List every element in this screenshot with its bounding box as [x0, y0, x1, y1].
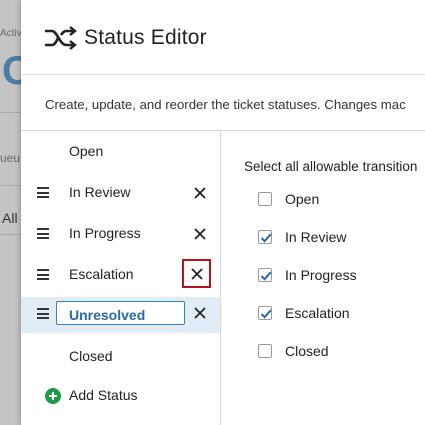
checkbox[interactable] — [258, 192, 272, 206]
status-name-input[interactable] — [56, 301, 185, 325]
checkbox[interactable] — [258, 268, 272, 282]
transitions-title: Select all allowable transition — [244, 159, 418, 174]
checkmark-icon — [260, 271, 272, 281]
close-icon — [190, 267, 203, 280]
close-icon — [194, 187, 206, 199]
drag-handle-icon[interactable] — [37, 269, 49, 280]
status-label: Open — [69, 143, 104, 159]
checkbox[interactable] — [258, 344, 272, 358]
transition-label: In Progress — [285, 267, 357, 283]
header-divider — [21, 74, 425, 75]
status-label: In Review — [69, 184, 131, 200]
checkmark-icon — [260, 233, 272, 243]
background-text: All — [2, 210, 18, 226]
transition-label: Open — [285, 191, 320, 207]
status-item-in-progress[interactable]: In Progress — [21, 216, 220, 252]
shuffle-icon — [45, 26, 77, 50]
status-list: Open In Review In Progress Escalation Un… — [21, 131, 220, 425]
background-divider — [0, 234, 21, 235]
checkbox[interactable] — [258, 306, 272, 320]
status-editor-modal: Status Editor Create, update, and reorde… — [21, 0, 425, 425]
checkmark-icon — [260, 309, 272, 319]
transition-label: Closed — [285, 343, 329, 359]
background-text: ueu — [0, 151, 21, 165]
drag-handle-icon[interactable] — [37, 228, 49, 239]
remove-status-button[interactable] — [188, 222, 212, 246]
status-item-closed[interactable]: Closed — [21, 339, 220, 375]
checkbox[interactable] — [258, 230, 272, 244]
status-label: In Progress — [69, 225, 141, 241]
background-divider — [0, 185, 21, 186]
transitions-panel: Select all allowable transition Open In … — [221, 131, 425, 425]
status-item-escalation[interactable]: Escalation — [21, 257, 220, 293]
close-icon — [194, 228, 206, 240]
status-label: Escalation — [69, 266, 134, 282]
background-text: Activ — [0, 28, 22, 39]
transition-label: In Review — [285, 229, 347, 245]
add-status-label: Add Status — [69, 387, 138, 403]
remove-status-button[interactable] — [188, 301, 212, 325]
status-label: Closed — [69, 348, 113, 364]
remove-status-button[interactable] — [182, 259, 211, 288]
background-divider — [0, 112, 21, 113]
plus-circle-icon — [45, 388, 61, 404]
transition-label: Escalation — [285, 305, 350, 321]
drag-handle-icon[interactable] — [37, 187, 49, 198]
status-item-unresolved[interactable] — [21, 297, 220, 333]
drag-handle-icon[interactable] — [37, 308, 49, 319]
close-icon — [194, 307, 206, 319]
modal-title: Status Editor — [84, 26, 207, 49]
modal-description: Create, update, and reorder the ticket s… — [45, 97, 406, 112]
remove-status-button[interactable] — [188, 181, 212, 205]
status-item-open[interactable]: Open — [21, 134, 220, 170]
modal-header: Status Editor — [21, 0, 425, 74]
status-item-in-review[interactable]: In Review — [21, 175, 220, 211]
